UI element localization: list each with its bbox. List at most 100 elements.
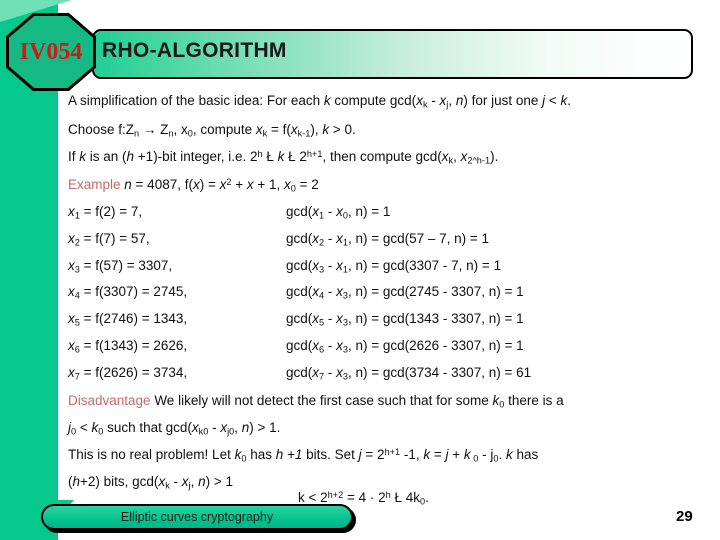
dis3-seg-i: . [498, 446, 506, 462]
ex-right-mid: - [324, 204, 337, 219]
intro-seg-f: < [545, 93, 561, 108]
page-number: 29 [676, 508, 693, 525]
intro-x: x [416, 93, 423, 108]
ex-right-pre: gcd( [286, 204, 313, 219]
ex-right-x2: x [336, 204, 343, 219]
example-row: x3 = f(57) = 3307, gcd(x3 - x1, n) = gcd(… [68, 257, 708, 275]
ex-right-pre: gcd( [286, 284, 313, 300]
ex-right-x1: x [312, 230, 320, 246]
ex-right-mid: - [324, 337, 337, 353]
ex-left-var: x [68, 230, 75, 246]
ex-right-x1: x [312, 311, 320, 326]
ex-right-x2: x [336, 257, 343, 273]
ex-right-pre: gcd( [286, 230, 313, 246]
disadvantage-line-2: j0 < k0 such that gcd(xk0 - xj0, n) > 1. [68, 421, 708, 437]
example-label: Example [68, 177, 121, 193]
ex-left-var: x [68, 311, 75, 326]
example-n: n [120, 177, 132, 193]
dis4-seg-b: +2) bits, gcd( [80, 473, 159, 489]
ex-left-var: x [68, 337, 75, 353]
dis3-sup: h+1 [384, 446, 401, 457]
example-row-left: x3 = f(57) = 3307, [68, 257, 286, 275]
ex-right-post: , n) = gcd(3307 - 7, n) = 1 [347, 257, 502, 273]
example-x0: x [284, 177, 291, 193]
dis4-n: n [198, 473, 206, 489]
disadvantage-line-4: (h+2) bits, gcd(xk - xj, n) > 1 [68, 473, 708, 491]
example-row-right: gcd(x5 - x3, n) = gcd(1343 - 3307, n) = … [286, 312, 708, 328]
dis2-seg-d: , [234, 420, 242, 435]
course-code-label: IV054 [19, 38, 83, 65]
ex-left-rest: = f(2) = 7, [79, 204, 143, 219]
ex-right-x2: x [336, 337, 343, 353]
intro-seg-e: ) for just one [463, 93, 543, 108]
setup2-sup-2: h+1 [306, 148, 323, 159]
slide-content: A simplification of the basic idea: For … [68, 94, 708, 490]
dis1-seg-a: We likely will not detect the first case… [150, 393, 493, 409]
setup2-seg-a: If [68, 148, 80, 164]
ex-right-pre: gcd( [286, 364, 313, 380]
disadvantage-line-1: Disadvantage We likely will not detect t… [68, 394, 708, 410]
ex-right-mid: - [324, 257, 337, 273]
page-title: RHO-ALGORITHM [102, 39, 287, 62]
example-row-left: x4 = f(3307) = 2745, [68, 285, 286, 301]
example-row-left: x6 = f(1343) = 2626, [68, 339, 286, 355]
intro-k: k [323, 93, 331, 108]
setup-seg-2: , x [173, 121, 188, 137]
ex-right-mid: - [324, 364, 337, 380]
dis3-h: h +1 [275, 446, 303, 462]
example-row-left: x5 = f(2746) = 1343, [68, 312, 286, 328]
ex-right-x1: x [312, 364, 320, 380]
dis4-seg-d: , [190, 473, 199, 489]
ex-right-post: , n) = gcd(3734 - 3307, n) = 61 [347, 364, 532, 380]
dis4-h: h [72, 473, 81, 489]
example-seg-b: = 4087, f( [131, 177, 193, 193]
dis4-x2: x [181, 473, 189, 489]
example-seg-e: + 1, [253, 177, 285, 193]
ex-right-x1: x [312, 257, 320, 273]
intro-seg-b: compute gcd( [330, 93, 417, 108]
dis3-seg-h: - j [478, 446, 494, 462]
ex-right-pre: gcd( [286, 311, 313, 326]
ex-right-x2: x [336, 364, 343, 380]
setup-sub-5: k-1 [297, 128, 311, 139]
ex-right-mid: - [324, 230, 337, 246]
ex-left-rest: = f(1343) = 2626, [79, 337, 188, 353]
ex-right-x1: x [312, 337, 320, 353]
setup2-xk: x [441, 148, 449, 164]
dis3-seg-a: This is no real problem! Let [68, 446, 235, 462]
ex-left-var: x [68, 257, 75, 273]
ex-right-x2: x [336, 230, 343, 246]
setup2-seg-g: ). [490, 148, 499, 164]
setup2-seg-e: , then compute gcd( [322, 148, 442, 164]
setup2-le-2: Ł [284, 148, 300, 164]
example-row: x2 = f(7) = 57, gcd(x2 - x1, n) = gcd(57 … [68, 232, 708, 248]
final-seg-b: < 2 [304, 490, 328, 505]
disadvantage-label: Disadvantage [68, 393, 151, 409]
dis3-k4: k [505, 446, 513, 462]
footer-label: Elliptic curves cryptography [120, 510, 274, 524]
example-header: Example n = 4087, f(x) = x2 + x + 1, x0 … [68, 178, 708, 194]
final-seg-e: . [425, 490, 429, 505]
ex-left-rest: = f(57) = 3307, [79, 257, 173, 273]
setup2-seg-d: 2 [299, 148, 307, 164]
ex-right-x2: x [336, 284, 343, 300]
example-x3: x [246, 177, 254, 193]
final-seg-c: = 4 · 2 [343, 490, 386, 505]
setup-seg-6: > 0. [329, 121, 356, 137]
setup-seg-5: ), [310, 121, 323, 137]
course-code-octagon: IV054 [6, 13, 96, 91]
dis3-seg-b: has [246, 446, 276, 462]
footer-pill-button[interactable]: Elliptic curves cryptography [41, 504, 353, 530]
example-row-right: gcd(x6 - x3, n) = gcd(2626 - 3307, n) = … [286, 339, 708, 355]
setup-line-1: Choose f:Zn → Zn, x0, compute xk = f(xk-… [68, 123, 708, 139]
dis4-seg-c: - [169, 473, 182, 489]
setup2-seg-f: , [453, 148, 461, 164]
ex-left-var: x [68, 204, 75, 219]
ex-left-rest: = f(3307) = 2745, [79, 284, 188, 300]
example-seg-f: = 2 [295, 177, 319, 193]
example-row-left: x2 = f(7) = 57, [68, 232, 286, 248]
setup2-seg-b: is an ( [86, 148, 127, 164]
example-row: x7 = f(2626) = 3734, gcd(x7 - x3, n) = gc… [68, 364, 708, 382]
setup-seg-3: , compute [192, 121, 256, 137]
dis3-seg-e: -1, [400, 446, 424, 462]
